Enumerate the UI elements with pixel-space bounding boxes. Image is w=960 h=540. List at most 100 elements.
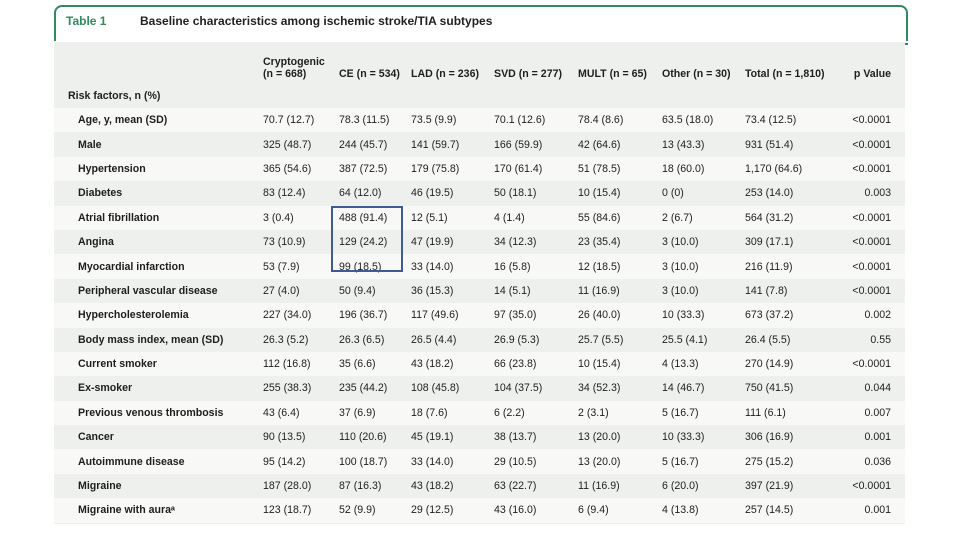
table-cell: 33 (14.0) xyxy=(411,254,494,279)
table-cell: 110 (20.6) xyxy=(339,425,411,450)
table-cell: 750 (41.5) xyxy=(745,376,841,401)
row-label: Ex-smoker xyxy=(54,376,263,401)
table-cell: 26.9 (5.3) xyxy=(494,327,578,352)
p-value-cell: 0.007 xyxy=(841,400,905,426)
table-cell: 255 (38.3) xyxy=(263,376,339,401)
table-cell: 2 (3.1) xyxy=(578,400,662,426)
row-label: Hypertension xyxy=(54,156,263,182)
p-value-cell: 0.001 xyxy=(841,498,905,523)
table-title: Baseline characteristics among ischemic … xyxy=(140,14,493,28)
row-label: Peripheral vascular disease xyxy=(54,278,263,304)
table-cell: 34 (12.3) xyxy=(494,229,578,255)
section-row: Risk factors, n (%) xyxy=(54,84,905,108)
table-cell: 83 (12.4) xyxy=(263,181,339,206)
column-header: SVD (n = 277) xyxy=(494,42,578,84)
table-cell: 564 (31.2) xyxy=(745,205,841,230)
table-cell: 216 (11.9) xyxy=(745,254,841,279)
table-cell: 26 (40.0) xyxy=(578,303,662,328)
table-row: Diabetes 83 (12.4) 64 (12.0) 46 (19.5) 50 (1… xyxy=(54,181,905,206)
table-cell: 18 (60.0) xyxy=(662,156,745,182)
table-cell: 10 (15.4) xyxy=(578,351,662,377)
table-row: Current smoker 112 (16.8) 35 (6.6) 43 (18.2… xyxy=(54,351,905,377)
table-cell: 73 (10.9) xyxy=(263,229,339,255)
table-cell: 34 (52.3) xyxy=(578,376,662,401)
p-value-cell: 0.044 xyxy=(841,376,905,401)
table-row: Male 325 (48.7) 244 (45.7) 141 (59.7) 166 (5… xyxy=(54,132,905,157)
table-cell: 29 (12.5) xyxy=(411,498,494,523)
column-header-line2: Total (n = 1,810) xyxy=(745,68,825,80)
table-header-row: Cryptogenic (n = 668) CE (n = 534) LAD (n =… xyxy=(54,42,905,84)
table-cell: 14 (5.1) xyxy=(494,278,578,304)
table-cell: 4 (13.3) xyxy=(662,351,745,377)
row-label: Atrial fibrillation xyxy=(54,205,263,230)
table-cell: 16 (5.8) xyxy=(494,254,578,279)
table-cell: 64 (12.0) xyxy=(339,181,411,206)
table-cell: 18 (7.6) xyxy=(411,400,494,426)
table-cell: 42 (64.6) xyxy=(578,132,662,157)
table-cell: 3 (10.0) xyxy=(662,278,745,304)
table-row: Autoimmune disease 95 (14.2) 100 (18.7) 33 … xyxy=(54,449,905,474)
table-cell: 12 (18.5) xyxy=(578,254,662,279)
table-cell: 4 (13.8) xyxy=(662,498,745,523)
table-row: Body mass index, mean (SD) 26.3 (5.2) 26.3… xyxy=(54,327,905,352)
table-cell: 11 (16.9) xyxy=(578,278,662,304)
table-row: Atrial fibrillation 3 (0.4) 488 (91.4) 12 (… xyxy=(54,205,905,230)
table-cell: 97 (35.0) xyxy=(494,303,578,328)
table-row: Previous venous thrombosis 43 (6.4) 37 (6.… xyxy=(54,400,905,426)
p-value-cell: 0.036 xyxy=(841,449,905,474)
table-cell: 227 (34.0) xyxy=(263,303,339,328)
row-label: Angina xyxy=(54,229,263,255)
table-cell: 23 (35.4) xyxy=(578,229,662,255)
p-value-cell: 0.001 xyxy=(841,425,905,450)
row-label: Previous venous thrombosis xyxy=(54,400,263,426)
table-cell: 55 (84.6) xyxy=(578,205,662,230)
table-cell: 53 (7.9) xyxy=(263,254,339,279)
table-cell: 95 (14.2) xyxy=(263,449,339,474)
table-cell: 26.5 (4.4) xyxy=(411,327,494,352)
table-cell: 123 (18.7) xyxy=(263,498,339,523)
row-label: Migraine with auraᵃ xyxy=(54,498,263,523)
table-cell: 11 (16.9) xyxy=(578,473,662,499)
table-cell: 73.5 (9.9) xyxy=(411,108,494,133)
table-cell: 187 (28.0) xyxy=(263,473,339,499)
table-cell: 63.5 (18.0) xyxy=(662,108,745,133)
table-cell: 43 (6.4) xyxy=(263,400,339,426)
table-row: Migraine with auraᵃ 123 (18.7) 52 (9.9) 29 … xyxy=(54,498,905,523)
p-value-cell: <0.0001 xyxy=(841,473,905,499)
table-cell: 117 (49.6) xyxy=(411,303,494,328)
p-value-cell: <0.0001 xyxy=(841,132,905,157)
table-row: Ex-smoker 255 (38.3) 235 (44.2) 108 (45.8) 1… xyxy=(54,376,905,401)
table-cell: 6 (9.4) xyxy=(578,498,662,523)
table-cell: 43 (16.0) xyxy=(494,498,578,523)
p-value-cell: <0.0001 xyxy=(841,278,905,304)
table-body: Risk factors, n (%) Age, y, mean (SD) 70.7… xyxy=(54,84,905,523)
p-value-cell: 0.002 xyxy=(841,303,905,328)
table-cell: 46 (19.5) xyxy=(411,181,494,206)
table-cell: 166 (59.9) xyxy=(494,132,578,157)
table-row: Migraine 187 (28.0) 87 (16.3) 43 (18.2) 63 (… xyxy=(54,473,905,499)
table-cell: 43 (18.2) xyxy=(411,351,494,377)
table-cell: 12 (5.1) xyxy=(411,205,494,230)
table-cell: 10 (33.3) xyxy=(662,303,745,328)
column-header-line2: p Value xyxy=(853,68,891,80)
highlight-box xyxy=(331,206,403,272)
table-row: Hypertension 365 (54.6) 387 (72.5) 179 (75.… xyxy=(54,156,905,182)
table-cell: 112 (16.8) xyxy=(263,351,339,377)
table-row: Hypercholesterolemia 227 (34.0) 196 (36.7)… xyxy=(54,303,905,328)
row-label: Autoimmune disease xyxy=(54,449,263,474)
column-header: Cryptogenic (n = 668) xyxy=(263,42,339,84)
row-label: Age, y, mean (SD) xyxy=(54,108,263,133)
row-label: Body mass index, mean (SD) xyxy=(54,327,263,352)
table-cell: 36 (15.3) xyxy=(411,278,494,304)
table-cell: 26.4 (5.5) xyxy=(745,327,841,352)
table-cell: 37 (6.9) xyxy=(339,400,411,426)
table-cell: 3 (10.0) xyxy=(662,254,745,279)
column-header-line1: Cryptogenic xyxy=(263,56,325,68)
table-cell: 78.3 (11.5) xyxy=(339,108,411,133)
baseline-characteristics-table: Cryptogenic (n = 668) CE (n = 534) LAD (n =… xyxy=(54,42,905,523)
table-cell: 27 (4.0) xyxy=(263,278,339,304)
table-cell: 141 (7.8) xyxy=(745,278,841,304)
table-cell: 29 (10.5) xyxy=(494,449,578,474)
table-cell: 2 (6.7) xyxy=(662,205,745,230)
header-cell-blank xyxy=(54,42,263,84)
